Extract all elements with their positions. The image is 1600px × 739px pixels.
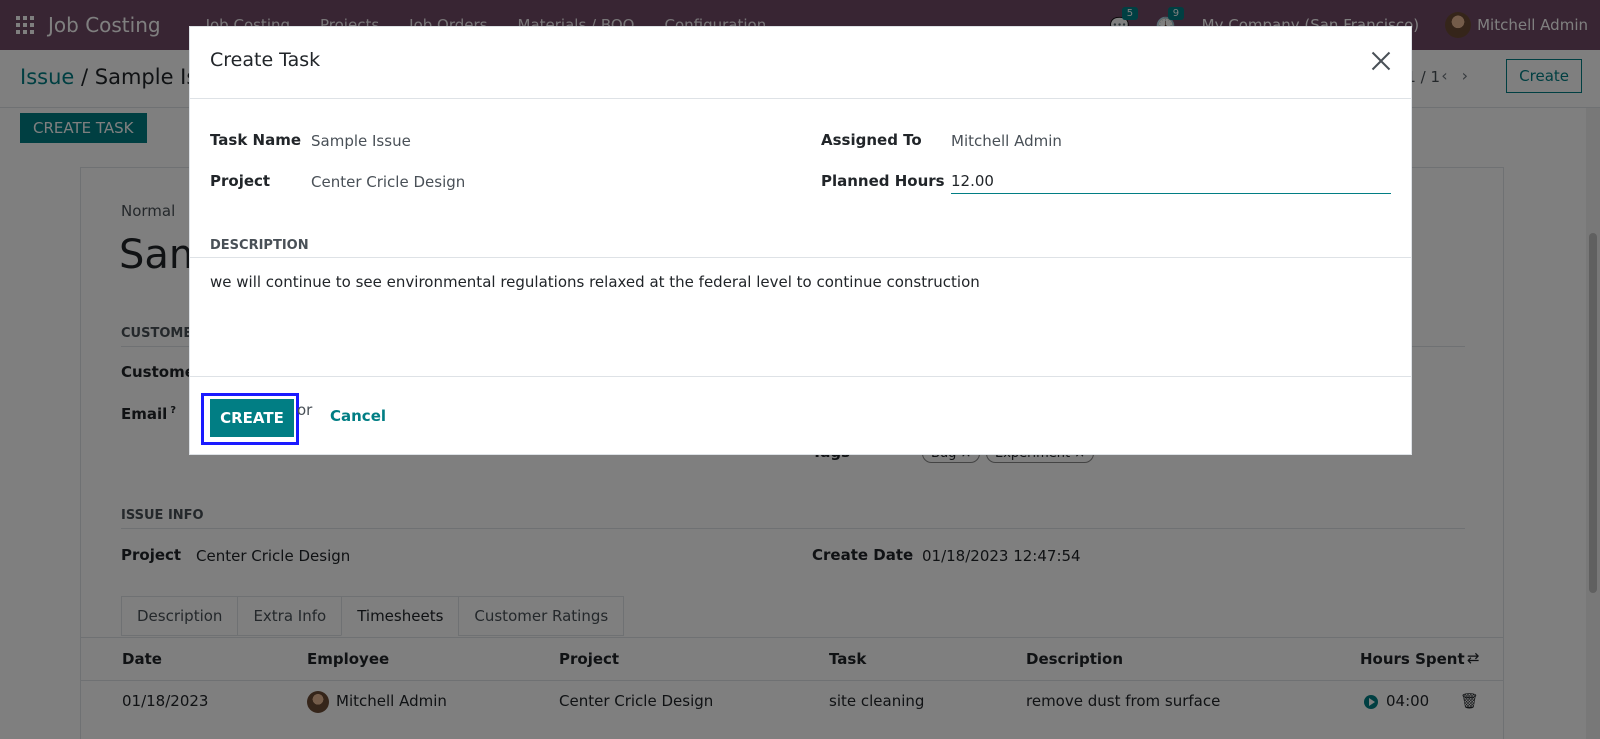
description-editor[interactable]: we will continue to see environmental re… xyxy=(210,273,980,291)
task-name-field[interactable]: Sample Issue xyxy=(311,132,411,150)
description-label: DESCRIPTION xyxy=(210,238,309,253)
dialog-footer: CREATE or Cancel xyxy=(190,376,1411,455)
planned-hours-label: Planned Hours xyxy=(821,172,945,190)
dialog-header: Create Task xyxy=(190,27,1411,99)
planned-hours-input[interactable] xyxy=(951,168,1391,194)
project-label: Project xyxy=(210,172,271,190)
dialog-title: Create Task xyxy=(210,49,321,71)
close-icon[interactable] xyxy=(1371,51,1391,71)
task-name-label: Task Name xyxy=(210,131,302,149)
dialog-create-button[interactable]: CREATE xyxy=(210,399,294,437)
assigned-to-field[interactable]: Mitchell Admin xyxy=(951,132,1062,150)
create-task-dialog: Create Task Task Name Sample Issue Proje… xyxy=(189,26,1412,455)
assigned-to-label: Assigned To xyxy=(821,131,922,149)
or-text: or xyxy=(297,401,313,419)
description-divider xyxy=(190,257,1411,258)
project-field[interactable]: Center Cricle Design xyxy=(311,173,465,191)
cancel-button[interactable]: Cancel xyxy=(330,407,386,425)
